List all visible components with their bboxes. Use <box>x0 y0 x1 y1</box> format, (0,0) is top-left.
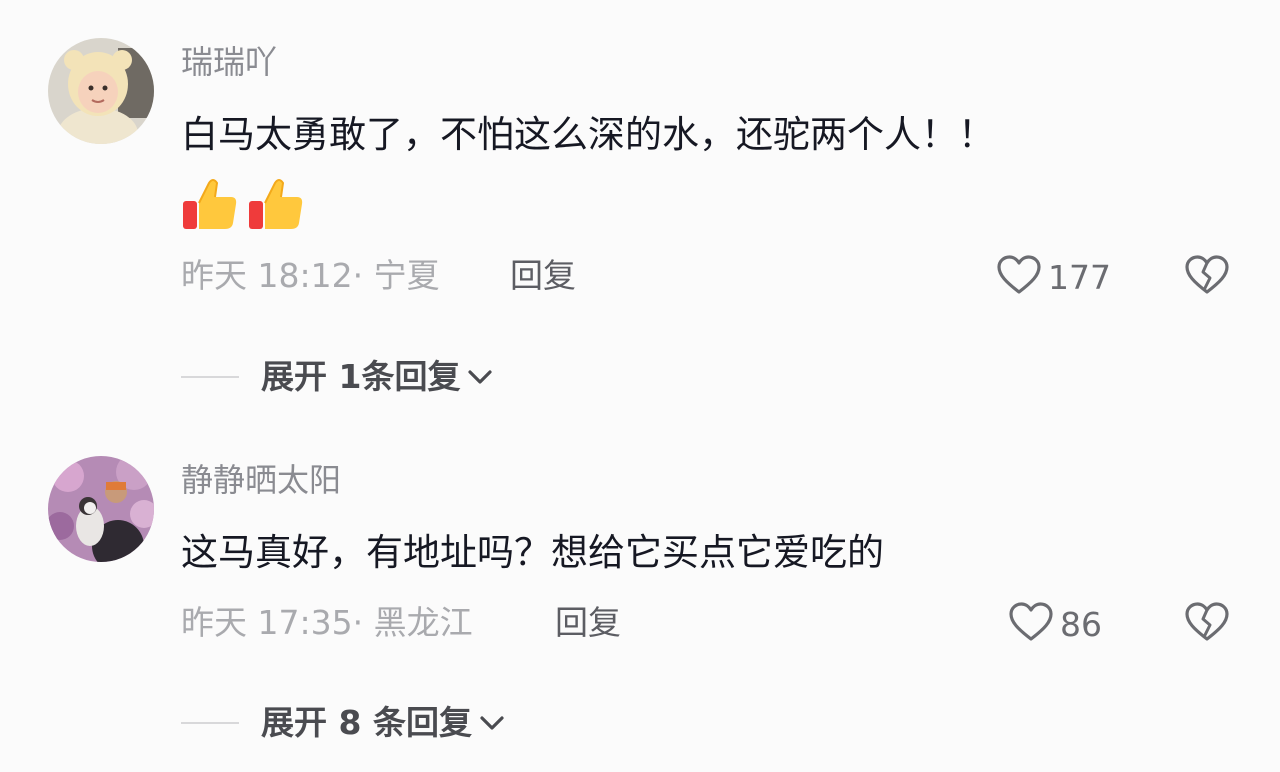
reply-button[interactable]: 回复 <box>510 259 576 292</box>
comment-text: 白马太勇敢了，不怕这么深的水，还驼两个人！！ <box>181 113 995 156</box>
reply-button[interactable]: 回复 <box>555 606 621 639</box>
heart-outline-icon <box>996 254 1042 300</box>
dislike-button[interactable] <box>1184 601 1230 647</box>
chevron-down-icon <box>478 713 506 733</box>
thumbs-up-emoji-icon <box>181 175 239 237</box>
comment-meta: 昨天 17:35· 黑龙江 <box>181 606 473 639</box>
comment-meta: 昨天 18:12· 宁夏 <box>181 259 440 292</box>
divider-line <box>181 375 239 378</box>
expand-replies-label: 展开 8 条回复 <box>261 703 472 742</box>
comment-item: 静静晒太阳 这马真好，有地址吗？想给它买点它爱吃的 昨天 17:35· 黑龙江 … <box>0 420 1280 772</box>
expand-replies-button[interactable]: 展开 1条回复 <box>181 360 494 393</box>
emoji-row <box>181 175 305 237</box>
expand-replies-label: 展开 1条回复 <box>261 357 461 396</box>
heart-outline-icon <box>1008 601 1054 647</box>
avatar[interactable] <box>48 456 154 562</box>
broken-heart-icon <box>1184 255 1230 300</box>
like-count: 86 <box>1060 604 1102 644</box>
comment-item: 瑞瑞吖 白马太勇敢了，不怕这么深的水，还驼两个人！！ 昨天 18:12· 宁夏 … <box>0 0 1280 420</box>
thumbs-up-emoji-icon <box>247 175 305 237</box>
comment-time: 昨天 18:12· <box>181 256 364 295</box>
avatar[interactable] <box>48 38 154 144</box>
comment-location: 宁夏 <box>373 256 440 295</box>
divider-line <box>181 721 239 724</box>
comment-time: 昨天 17:35· <box>181 603 364 642</box>
comment-location: 黑龙江 <box>373 603 473 642</box>
like-button[interactable]: 177 <box>996 254 1111 300</box>
like-count: 177 <box>1048 257 1111 297</box>
broken-heart-icon <box>1184 602 1230 647</box>
comment-username[interactable]: 静静晒太阳 <box>181 464 341 496</box>
dislike-button[interactable] <box>1184 254 1230 300</box>
chevron-down-icon <box>466 367 494 387</box>
comment-text: 这马真好，有地址吗？想给它买点它爱吃的 <box>181 531 884 574</box>
like-button[interactable]: 86 <box>1008 601 1102 647</box>
comment-username[interactable]: 瑞瑞吖 <box>181 46 277 78</box>
expand-replies-button[interactable]: 展开 8 条回复 <box>181 706 506 739</box>
